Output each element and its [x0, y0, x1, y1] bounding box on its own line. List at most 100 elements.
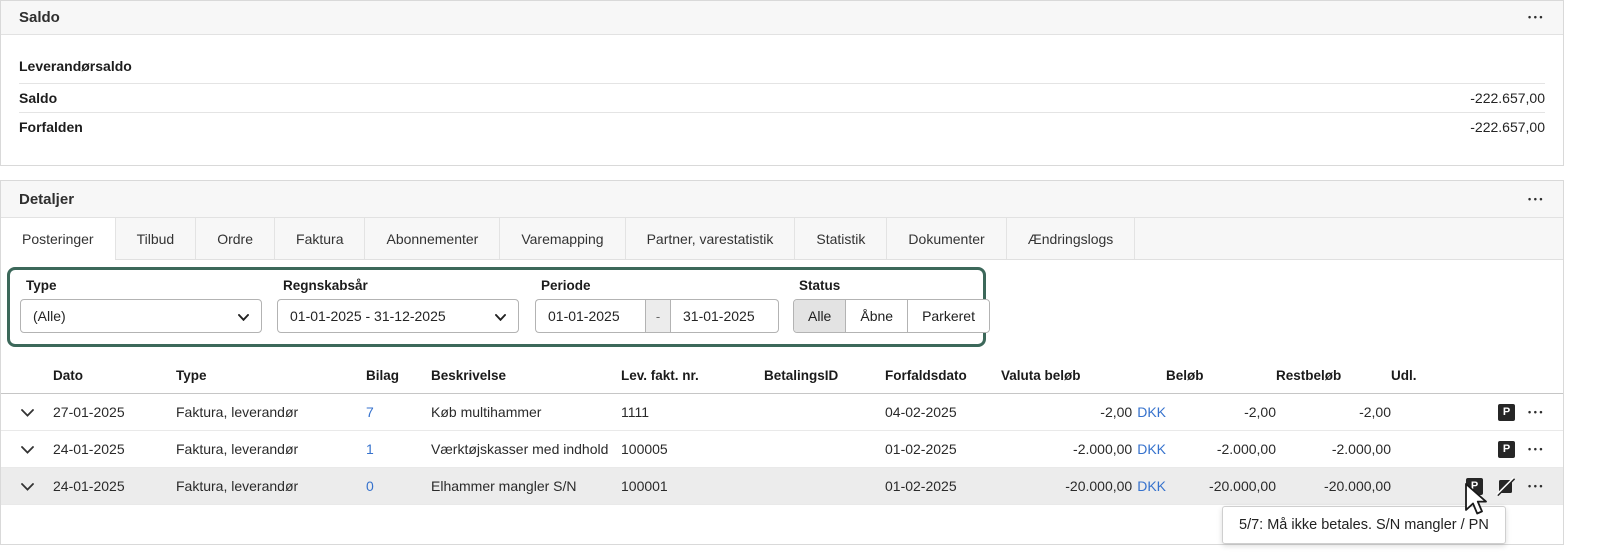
fiscalyear-label: Regnskabsår [283, 278, 368, 293]
cell-restbeloeb: -20.000,00 [1276, 467, 1391, 505]
tab-partner-varestatistik[interactable]: Partner, varestatistik [626, 218, 796, 259]
row-expander-icon[interactable] [20, 404, 34, 420]
detaljer-panel: Detaljer ••• Posteringer Tilbud Ordre Fa… [0, 180, 1564, 545]
cell-valuta-beloeb: -20.000,00 [1065, 478, 1133, 494]
parked-icon[interactable]: P [1498, 440, 1516, 458]
cell-type: Faktura, leverandør [176, 393, 366, 431]
cell-lev-fakt-nr: 100005 [621, 430, 764, 468]
tab-varemapping[interactable]: Varemapping [500, 218, 626, 259]
cell-udl [1391, 467, 1449, 505]
currency-link[interactable]: DKK [1137, 478, 1166, 494]
tab-ordre[interactable]: Ordre [196, 218, 276, 259]
col-betalingsid[interactable]: BetalingsID [764, 360, 885, 394]
saldo-section-title: Leverandørsaldo [19, 48, 1545, 84]
saldo-panel-title: Saldo [19, 9, 60, 26]
periode-from-input[interactable]: 01-01-2025 [535, 299, 645, 333]
saldo-more-icon[interactable]: ••• [1528, 13, 1545, 22]
cell-beloeb: -2.000,00 [1166, 430, 1276, 468]
col-udl[interactable]: Udl. [1391, 360, 1449, 394]
col-dato[interactable]: Dato [53, 360, 176, 394]
tab-posteringer[interactable]: Posteringer [1, 218, 116, 260]
col-beskrivelse[interactable]: Beskrivelse [431, 360, 621, 394]
page: Saldo ••• Leverandørsaldo Saldo -222.657… [0, 0, 1599, 554]
forfalden-row: Forfalden -222.657,00 [19, 113, 1545, 141]
chevron-down-icon [495, 308, 506, 324]
row-expander-icon[interactable] [20, 441, 34, 457]
detaljer-panel-title: Detaljer [19, 190, 75, 208]
type-select[interactable]: (Alle) [20, 299, 262, 333]
currency-link[interactable]: DKK [1137, 441, 1166, 457]
periode-to-input[interactable]: 31-01-2025 [671, 299, 779, 333]
saldo-body: Leverandørsaldo Saldo -222.657,00 Forfal… [1, 35, 1563, 141]
row-more-icon[interactable]: ••• [1528, 407, 1545, 417]
currency-link[interactable]: DKK [1137, 404, 1166, 420]
table-row[interactable]: 27-01-2025 Faktura, leverandør 7 Køb mul… [1, 393, 1563, 431]
row-more-icon[interactable]: ••• [1528, 481, 1545, 491]
cell-udl [1391, 430, 1449, 468]
parked-icon[interactable]: P [1466, 477, 1484, 495]
row-more-icon[interactable]: ••• [1528, 444, 1545, 454]
bilag-link[interactable]: 7 [366, 404, 374, 420]
cell-forfaldsdato: 01-02-2025 [885, 430, 1001, 468]
cell-beloeb: -20.000,00 [1166, 467, 1276, 505]
cell-beskrivelse: Køb multihammer [431, 393, 621, 431]
tab-aendringslogs[interactable]: Ændringslogs [1007, 218, 1136, 259]
cell-lev-fakt-nr: 100001 [621, 467, 764, 505]
tab-tilbud[interactable]: Tilbud [116, 218, 197, 259]
detaljer-tabbar: Posteringer Tilbud Ordre Faktura Abonnem… [1, 218, 1563, 260]
cell-valuta-beloeb: -2.000,00 [1073, 441, 1133, 457]
cell-restbeloeb: -2.000,00 [1276, 430, 1391, 468]
cell-forfaldsdato: 01-02-2025 [885, 467, 1001, 505]
saldo-row: Saldo -222.657,00 [19, 84, 1545, 113]
tab-faktura[interactable]: Faktura [275, 218, 366, 259]
detaljer-more-icon[interactable]: ••• [1528, 194, 1545, 204]
periode-range: 01-01-2025 - 31-01-2025 [535, 299, 779, 333]
col-forfaldsdato[interactable]: Forfaldsdato [885, 360, 1001, 394]
cell-betalingsid [764, 393, 885, 431]
filter-status-group: Status Alle Åbne Parkeret [793, 277, 990, 344]
tab-dokumenter[interactable]: Dokumenter [887, 218, 1007, 259]
parked-icon[interactable]: P [1498, 403, 1516, 421]
col-beloeb[interactable]: Beløb [1166, 360, 1276, 394]
table-header-row: Dato Type Bilag Beskrivelse Lev. fakt. n… [1, 360, 1563, 394]
bilag-link[interactable]: 1 [366, 441, 374, 457]
status-option-alle[interactable]: Alle [794, 300, 847, 332]
detaljer-panel-header: Detaljer ••• [1, 181, 1563, 218]
status-segmented-control: Alle Åbne Parkeret [793, 299, 990, 333]
status-label: Status [799, 278, 841, 293]
row-expander-icon[interactable] [20, 478, 34, 494]
filter-type-label: Type [26, 278, 57, 293]
payment-blocked-icon[interactable] [1496, 476, 1516, 496]
table-row[interactable]: 24-01-2025 Faktura, leverandør 1 Værktøj… [1, 430, 1563, 468]
postings-table: Dato Type Bilag Beskrivelse Lev. fakt. n… [1, 360, 1563, 505]
col-restbeloeb[interactable]: Restbeløb [1276, 360, 1391, 394]
col-bilag[interactable]: Bilag [366, 360, 431, 394]
filter-fiscalyear-group: Regnskabsår 01-01-2025 - 31-12-2025 [277, 277, 535, 344]
periode-label: Periode [541, 278, 591, 293]
forfalden-row-label: Forfalden [19, 119, 83, 135]
tab-statistik[interactable]: Statistik [795, 218, 888, 259]
cell-dato: 27-01-2025 [53, 393, 176, 431]
filter-box: Type (Alle) Regnskabsår 01-01-2025 - 31-… [7, 267, 990, 347]
saldo-panel: Saldo ••• Leverandørsaldo Saldo -222.657… [0, 0, 1564, 166]
fiscalyear-select[interactable]: 01-01-2025 - 31-12-2025 [277, 299, 519, 333]
cell-beloeb: -2,00 [1166, 393, 1276, 431]
forfalden-row-value: -222.657,00 [1470, 119, 1545, 135]
col-type[interactable]: Type [176, 360, 366, 394]
col-valuta-beloeb[interactable]: Valuta beløb [1001, 360, 1166, 394]
status-option-aabne[interactable]: Åbne [846, 300, 909, 332]
cell-type: Faktura, leverandør [176, 430, 366, 468]
tab-abonnementer[interactable]: Abonnementer [365, 218, 501, 259]
cell-udl [1391, 393, 1449, 431]
table-row[interactable]: 24-01-2025 Faktura, leverandør 0 Elhamme… [1, 467, 1563, 505]
col-lev-fakt-nr[interactable]: Lev. fakt. nr. [621, 360, 764, 394]
cell-dato: 24-01-2025 [53, 467, 176, 505]
bilag-link[interactable]: 0 [366, 478, 374, 494]
cell-valuta-beloeb: -2,00 [1100, 404, 1133, 420]
cell-beskrivelse: Elhammer mangler S/N [431, 467, 621, 505]
expander-header [1, 360, 53, 394]
col-actions [1449, 360, 1563, 394]
fiscalyear-select-value: 01-01-2025 - 31-12-2025 [290, 308, 446, 324]
status-option-parkeret[interactable]: Parkeret [908, 300, 989, 332]
cell-lev-fakt-nr: 1111 [621, 393, 764, 431]
